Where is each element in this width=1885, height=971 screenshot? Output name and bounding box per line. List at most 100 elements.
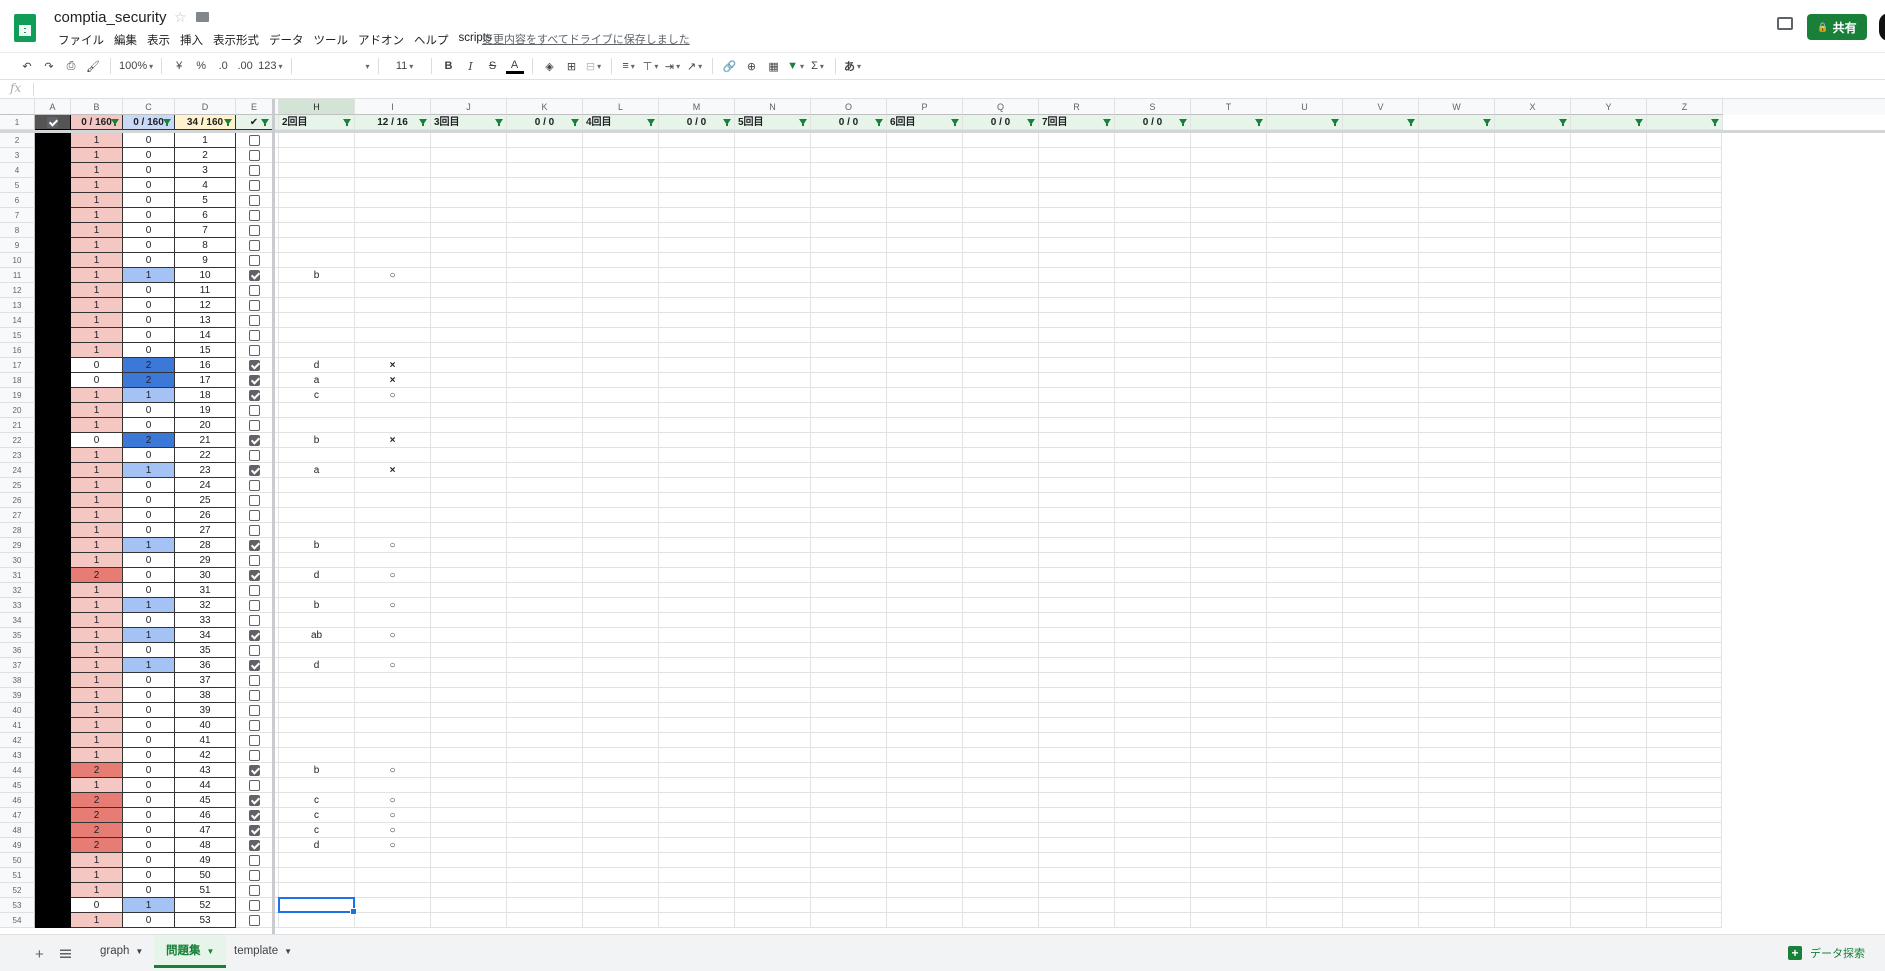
cell[interactable] — [1115, 538, 1191, 553]
column-header[interactable]: Q — [963, 99, 1039, 115]
frozen-rows-divider[interactable] — [0, 130, 1885, 133]
cell[interactable] — [963, 328, 1039, 343]
cell[interactable] — [963, 448, 1039, 463]
cell-b[interactable]: 2 — [71, 568, 123, 583]
cell-a[interactable] — [35, 238, 71, 253]
cell[interactable] — [1267, 808, 1343, 823]
menu-item[interactable]: データ — [264, 32, 309, 48]
header-cell[interactable]: 0 / 0 — [1115, 115, 1191, 130]
cell[interactable] — [963, 733, 1039, 748]
cell[interactable] — [583, 583, 659, 598]
cell[interactable] — [887, 733, 963, 748]
cell[interactable] — [1343, 253, 1419, 268]
cell[interactable] — [1419, 733, 1495, 748]
cell-a[interactable] — [35, 208, 71, 223]
cell[interactable] — [963, 823, 1039, 838]
cell-b[interactable]: 1 — [71, 883, 123, 898]
cell-i[interactable] — [355, 718, 431, 733]
redo-icon[interactable]: ↷ — [40, 56, 58, 76]
cell[interactable] — [507, 583, 583, 598]
cell[interactable] — [1419, 373, 1495, 388]
cell[interactable] — [735, 373, 811, 388]
header-c[interactable]: 0 / 160 — [123, 115, 175, 130]
cell[interactable] — [811, 238, 887, 253]
cell-d[interactable]: 20 — [175, 418, 236, 433]
cell-e[interactable] — [236, 658, 273, 673]
menu-item[interactable]: 挿入 — [175, 32, 208, 48]
header-e[interactable]: ✔ — [236, 115, 273, 130]
cell[interactable] — [1571, 508, 1647, 523]
cell[interactable] — [659, 583, 735, 598]
cell[interactable] — [887, 553, 963, 568]
cell[interactable] — [1039, 703, 1115, 718]
cell[interactable] — [1115, 268, 1191, 283]
cell[interactable] — [1571, 298, 1647, 313]
cell-a[interactable] — [35, 373, 71, 388]
cell[interactable] — [963, 343, 1039, 358]
cell-i[interactable] — [355, 298, 431, 313]
cell[interactable] — [963, 433, 1039, 448]
cell-e[interactable] — [236, 463, 273, 478]
cell[interactable] — [583, 868, 659, 883]
cell[interactable] — [811, 538, 887, 553]
cell[interactable] — [1115, 253, 1191, 268]
cell-i[interactable] — [355, 178, 431, 193]
cell[interactable] — [507, 313, 583, 328]
cell[interactable] — [887, 703, 963, 718]
cell-c[interactable]: 0 — [123, 148, 175, 163]
cell[interactable] — [1647, 748, 1722, 763]
cell-e[interactable] — [236, 883, 273, 898]
cell[interactable] — [1115, 898, 1191, 913]
cell[interactable] — [1191, 208, 1267, 223]
cell[interactable] — [1495, 208, 1571, 223]
cell[interactable] — [583, 448, 659, 463]
menu-item[interactable]: 編集 — [109, 32, 142, 48]
cell[interactable] — [1039, 448, 1115, 463]
row-number[interactable]: 41 — [0, 718, 35, 733]
cell[interactable] — [1191, 703, 1267, 718]
cell[interactable] — [1571, 748, 1647, 763]
menu-item[interactable]: 表示形式 — [208, 32, 264, 48]
cell-h[interactable]: a — [279, 463, 355, 478]
cell[interactable] — [1191, 808, 1267, 823]
cell[interactable] — [735, 583, 811, 598]
cell[interactable] — [1343, 238, 1419, 253]
cell[interactable] — [507, 283, 583, 298]
cell-a[interactable] — [35, 178, 71, 193]
cell[interactable] — [1039, 463, 1115, 478]
cell[interactable] — [1039, 178, 1115, 193]
cell[interactable] — [811, 133, 887, 148]
cell[interactable] — [1495, 373, 1571, 388]
cell[interactable] — [431, 283, 507, 298]
cell-d[interactable]: 11 — [175, 283, 236, 298]
cell[interactable] — [1191, 388, 1267, 403]
cell[interactable] — [1191, 598, 1267, 613]
row-number[interactable]: 26 — [0, 493, 35, 508]
row-checkbox[interactable] — [248, 750, 260, 762]
cell[interactable] — [1191, 628, 1267, 643]
cell[interactable] — [1571, 253, 1647, 268]
cell-e[interactable] — [236, 508, 273, 523]
cell[interactable] — [583, 898, 659, 913]
cell-c[interactable]: 0 — [123, 718, 175, 733]
cell[interactable] — [583, 328, 659, 343]
cell[interactable] — [963, 193, 1039, 208]
cell[interactable] — [659, 463, 735, 478]
cell[interactable] — [963, 613, 1039, 628]
cell[interactable] — [1039, 583, 1115, 598]
cell[interactable] — [1115, 628, 1191, 643]
cell[interactable] — [431, 448, 507, 463]
cell[interactable] — [811, 793, 887, 808]
cell-b[interactable]: 1 — [71, 598, 123, 613]
cell[interactable] — [659, 553, 735, 568]
column-header[interactable]: W — [1419, 99, 1495, 115]
cell[interactable] — [811, 508, 887, 523]
cell-i[interactable] — [355, 703, 431, 718]
cell[interactable] — [811, 478, 887, 493]
cell[interactable] — [1495, 268, 1571, 283]
cell[interactable] — [1495, 808, 1571, 823]
cell[interactable] — [735, 133, 811, 148]
merge-cells-icon[interactable]: ⊟ — [585, 56, 603, 76]
cell[interactable] — [1495, 238, 1571, 253]
cell[interactable] — [735, 178, 811, 193]
